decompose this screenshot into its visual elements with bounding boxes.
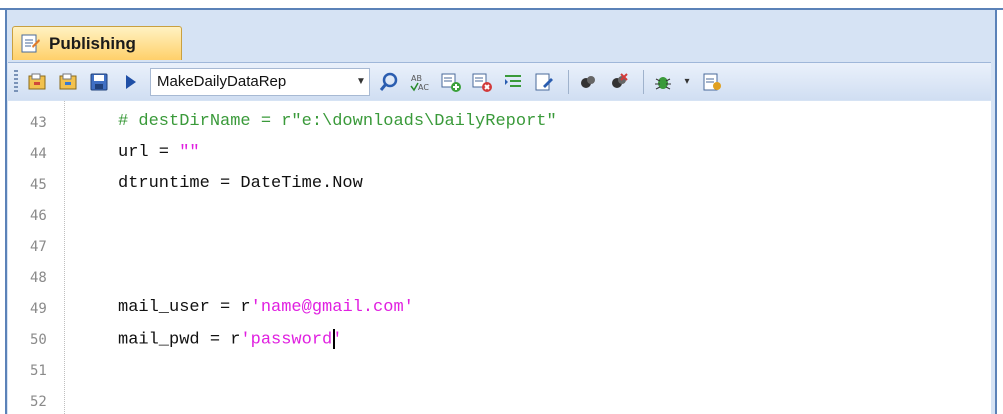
search-icon <box>379 72 398 91</box>
indent-icon <box>505 74 521 87</box>
toolbar-grip[interactable] <box>14 69 18 94</box>
remove-icon <box>472 73 492 92</box>
script-select-value: MakeDailyDataRep <box>157 73 287 90</box>
line-number: 49 <box>30 301 47 317</box>
remove-button[interactable] <box>469 69 495 95</box>
search-button[interactable] <box>376 69 402 95</box>
open-script-button[interactable] <box>24 69 50 95</box>
breakpoint-button[interactable] <box>575 69 601 95</box>
string-literal: "" <box>179 143 200 162</box>
debug-icon <box>655 76 671 89</box>
script-select[interactable]: MakeDailyDataRep ▼ <box>150 67 370 96</box>
window-top-border <box>0 0 1003 10</box>
debug-button[interactable] <box>650 69 676 95</box>
save-as-icon <box>59 73 77 89</box>
script-document-icon <box>19 33 41 55</box>
code-editor[interactable]: 43 44 45 46 47 48 49 50 51 52 # destDirN… <box>8 101 991 414</box>
line-number: 45 <box>30 177 47 193</box>
save-as-button[interactable] <box>55 69 81 95</box>
clear-breakpoints-button[interactable] <box>606 69 632 95</box>
save-button[interactable] <box>86 69 112 95</box>
code-line-comment: # destDirName = r"e:\downloads\DailyRepo… <box>118 112 557 131</box>
line-number: 50 <box>30 332 47 348</box>
line-number: 48 <box>30 270 47 286</box>
script-settings-button[interactable] <box>699 69 725 95</box>
run-icon <box>126 74 136 89</box>
line-number: 52 <box>30 394 47 410</box>
script-settings-icon <box>703 73 721 90</box>
chevron-down-icon[interactable]: ▼ <box>353 76 369 87</box>
code-line: mail_user = r'name@gmail.com' <box>118 298 414 317</box>
code-line: mail_pwd = r'password' <box>118 329 342 349</box>
toolbar-separator <box>643 69 644 94</box>
svg-text:AB: AB <box>411 74 422 83</box>
line-number: 46 <box>30 208 47 224</box>
indent-button[interactable] <box>500 69 526 95</box>
breakpoint-icon <box>581 75 595 88</box>
code-line: url = "" <box>118 143 200 162</box>
add-icon <box>441 73 461 92</box>
tab-label: Publishing <box>49 33 136 53</box>
add-button[interactable] <box>438 69 464 95</box>
spell-check-icon: ABAC <box>410 74 429 92</box>
code-text: mail_user = r <box>118 298 251 317</box>
string-literal-end: ' <box>332 330 343 350</box>
string-literal: 'password <box>240 330 333 350</box>
line-number: 44 <box>30 146 47 162</box>
code-line: dtruntime = DateTime.Now <box>118 174 363 193</box>
debug-dropdown-chevron-icon[interactable]: ▾ <box>681 76 693 87</box>
clear-breakpoints-icon <box>612 72 628 88</box>
line-number: 43 <box>30 115 47 131</box>
line-number: 51 <box>30 363 47 379</box>
code-text: url = <box>118 143 180 162</box>
tab-publishing[interactable]: Publishing <box>12 26 182 60</box>
edit-button[interactable] <box>531 69 557 95</box>
svg-text:AC: AC <box>418 83 429 92</box>
edit-icon <box>535 73 553 90</box>
code-text: mail_pwd = r <box>118 330 241 350</box>
spell-check-button[interactable]: AB AC <box>407 69 433 95</box>
string-literal: 'name@gmail.com' <box>250 298 414 317</box>
toolbar-separator <box>568 69 569 94</box>
editor-toolbar: MakeDailyDataRep ▼ AB AC ▾ <box>8 62 991 100</box>
line-number: 47 <box>30 239 47 255</box>
open-script-icon <box>28 73 46 89</box>
save-icon <box>90 73 108 90</box>
run-button[interactable] <box>117 69 143 95</box>
